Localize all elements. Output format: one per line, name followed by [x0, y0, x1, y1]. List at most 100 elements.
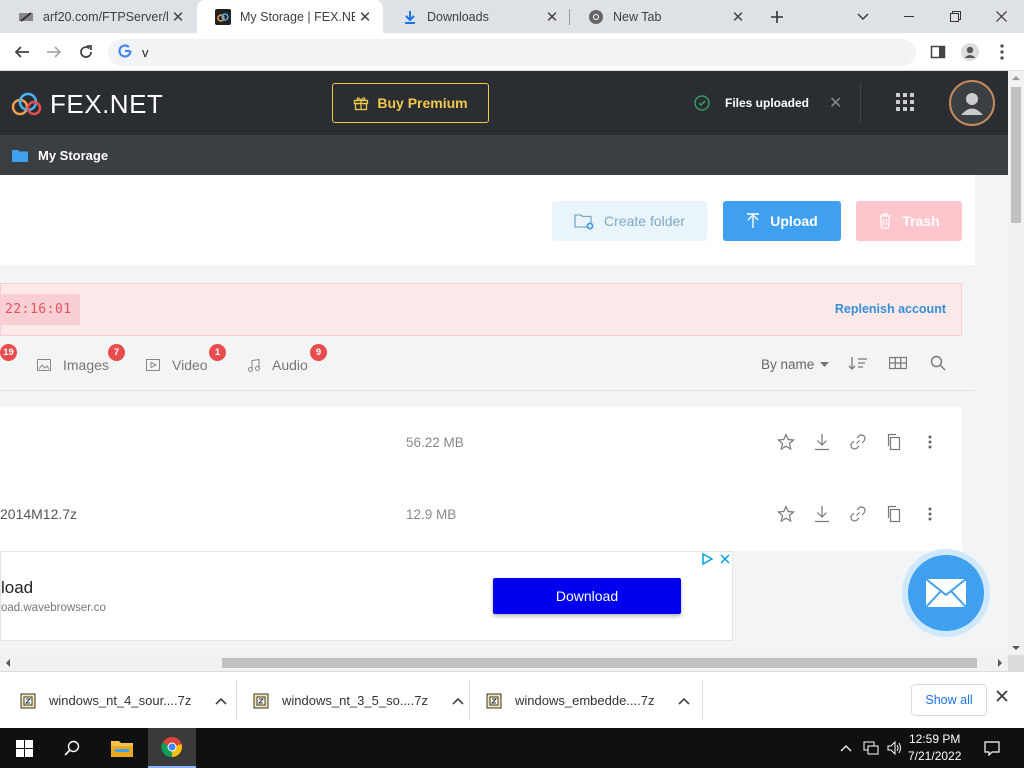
- profile-icon[interactable]: [956, 38, 984, 66]
- download-divider: [236, 680, 237, 720]
- ftp-site-icon: [18, 9, 34, 25]
- scroll-down-arrow-icon[interactable]: [1008, 643, 1024, 653]
- fex-logo[interactable]: FEX.NET: [10, 89, 163, 120]
- close-icon[interactable]: ✕: [168, 7, 188, 27]
- download-item[interactable]: windows_embedde....7z: [486, 672, 691, 729]
- filter-audio[interactable]: Audio: [247, 357, 308, 373]
- more-options-icon[interactable]: [927, 505, 933, 526]
- apps-grid-icon[interactable]: [896, 93, 914, 114]
- tab-new-tab[interactable]: New Tab ✕: [570, 0, 756, 33]
- search-icon: [64, 740, 80, 756]
- breadcrumb-my-storage[interactable]: My Storage: [38, 148, 108, 163]
- sort-dropdown[interactable]: By name: [761, 357, 830, 372]
- feedback-mail-button[interactable]: [902, 549, 990, 637]
- link-icon[interactable]: [849, 505, 867, 526]
- chevron-up-icon[interactable]: [452, 697, 464, 705]
- close-window-button[interactable]: [978, 0, 1024, 33]
- ad-title[interactable]: load: [1, 578, 33, 598]
- scroll-left-arrow-icon[interactable]: [3, 655, 13, 671]
- archive-file-icon: [20, 693, 36, 708]
- tab-title: Downloads: [427, 9, 489, 24]
- download-icon[interactable]: [813, 505, 831, 526]
- browser-menu-icon[interactable]: [988, 38, 1016, 66]
- user-avatar[interactable]: [949, 80, 995, 126]
- vertical-scrollbar[interactable]: [1008, 71, 1024, 655]
- horizontal-scroll-thumb[interactable]: [222, 658, 977, 668]
- star-icon[interactable]: [777, 505, 795, 526]
- grid-view-icon[interactable]: [888, 355, 908, 374]
- file-row[interactable]: 56.22 MB: [0, 407, 962, 479]
- upload-status: Files uploaded ✕: [694, 93, 842, 113]
- ad-choices[interactable]: [701, 553, 731, 565]
- chevron-up-icon[interactable]: [678, 697, 691, 705]
- upload-button[interactable]: Upload: [723, 201, 841, 241]
- tab-my-storage[interactable]: My Storage | FEX.NET ✕: [197, 0, 383, 33]
- network-icon[interactable]: [860, 728, 882, 768]
- close-icon[interactable]: ✕: [542, 7, 562, 27]
- file-row[interactable]: 2014M12.7z 12.9 MB: [0, 479, 962, 551]
- taskbar-search-button[interactable]: [48, 728, 96, 768]
- tab-downloads[interactable]: Downloads ✕: [384, 0, 570, 33]
- volume-icon[interactable]: [884, 728, 906, 768]
- more-options-icon[interactable]: [927, 433, 933, 454]
- tab-search-chevron-icon[interactable]: [840, 0, 886, 33]
- chevron-up-icon[interactable]: [215, 697, 227, 705]
- notification-center-icon[interactable]: [978, 728, 1006, 768]
- countdown-timer: 22:16:01: [1, 294, 80, 325]
- close-icon[interactable]: [996, 690, 1008, 705]
- replenish-account-link[interactable]: Replenish account: [835, 302, 946, 316]
- link-icon[interactable]: [849, 433, 867, 454]
- filter-images[interactable]: Images: [37, 357, 109, 373]
- music-note-icon: [248, 358, 260, 372]
- minimize-button[interactable]: [886, 0, 932, 33]
- sidepanel-icon[interactable]: [924, 38, 952, 66]
- folder-icon: [111, 741, 133, 757]
- filter-video[interactable]: Video: [146, 357, 208, 373]
- close-icon[interactable]: ✕: [728, 7, 748, 27]
- adchoices-icon[interactable]: [701, 553, 713, 565]
- trash-button[interactable]: Trash: [856, 201, 962, 241]
- forward-button[interactable]: [40, 38, 68, 66]
- ad-download-button[interactable]: Download: [493, 578, 681, 614]
- scroll-right-arrow-icon[interactable]: [995, 655, 1005, 671]
- search-icon[interactable]: [930, 355, 946, 374]
- download-item[interactable]: windows_nt_4_sour....7z: [20, 672, 227, 729]
- address-bar[interactable]: v: [108, 39, 916, 66]
- system-clock[interactable]: 12:59 PM 7/21/2022: [908, 731, 961, 765]
- back-button[interactable]: [8, 38, 36, 66]
- download-item[interactable]: windows_nt_3_5_so....7z: [253, 672, 464, 729]
- tab-title: arf20.com/FTPServer/le: [43, 9, 168, 24]
- caret-down-icon: [820, 361, 830, 367]
- download-divider: [702, 680, 703, 720]
- buy-premium-button[interactable]: Buy Premium: [332, 83, 489, 123]
- download-divider: [469, 680, 470, 720]
- start-button[interactable]: [0, 728, 48, 768]
- reload-button[interactable]: [72, 38, 100, 66]
- sort-order-icon[interactable]: [848, 355, 868, 374]
- close-icon[interactable]: ✕: [829, 93, 842, 113]
- close-icon[interactable]: ✕: [355, 7, 375, 27]
- scroll-up-arrow-icon[interactable]: [1008, 73, 1024, 83]
- download-icon[interactable]: [813, 433, 831, 454]
- vertical-scroll-thumb[interactable]: [1011, 87, 1021, 223]
- filter-video-label: Video: [172, 357, 208, 373]
- show-all-downloads-button[interactable]: Show all: [911, 684, 987, 716]
- video-count-badge: 1: [209, 344, 226, 361]
- file-explorer-button[interactable]: [98, 728, 146, 768]
- new-tab-button[interactable]: [754, 0, 800, 33]
- close-ad-icon[interactable]: [719, 553, 731, 565]
- chrome-taskbar-button[interactable]: [148, 728, 196, 768]
- tray-chevron-up-icon[interactable]: [836, 728, 856, 768]
- tab-ftpserver[interactable]: arf20.com/FTPServer/le ✕: [0, 0, 196, 33]
- ad-url[interactable]: oad.wavebrowser.co: [1, 602, 106, 614]
- advertisement-banner[interactable]: load oad.wavebrowser.co Download: [0, 551, 733, 641]
- copy-icon[interactable]: [885, 505, 903, 526]
- star-icon[interactable]: [777, 433, 795, 454]
- file-name[interactable]: 2014M12.7z: [0, 506, 77, 522]
- upload-label: Upload: [770, 213, 818, 229]
- account-alert: 22:16:01 Replenish account: [0, 283, 962, 336]
- horizontal-scrollbar[interactable]: [0, 655, 1008, 671]
- create-folder-button[interactable]: Create folder: [552, 201, 707, 241]
- copy-icon[interactable]: [885, 433, 903, 454]
- restore-button[interactable]: [932, 0, 978, 33]
